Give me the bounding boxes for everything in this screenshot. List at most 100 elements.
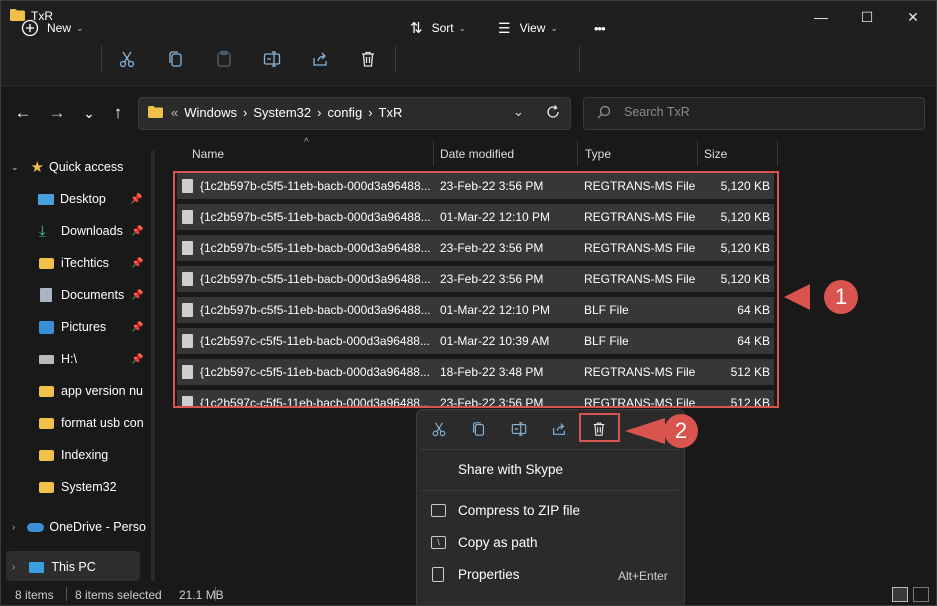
up-button[interactable]: ↑	[106, 101, 130, 125]
sidebar-item-system32[interactable]: System32	[1, 471, 149, 503]
menu-item-properties[interactable]: Properties	[458, 567, 520, 582]
status-selected-size: 21.1 MB	[179, 588, 224, 602]
sort-button[interactable]: ⇅ Sort ⌄	[410, 15, 466, 41]
drive-icon	[39, 354, 54, 364]
recent-locations-button[interactable]: ⌄	[77, 101, 101, 125]
pin-icon: 📌	[131, 289, 144, 301]
column-header-type[interactable]: Type	[585, 147, 611, 161]
sidebar-item-label: Desktop	[60, 192, 106, 206]
sidebar-onedrive[interactable]: › OneDrive - Perso	[1, 511, 149, 543]
folder-icon	[39, 385, 54, 397]
annotation-badge-1: 1	[824, 280, 858, 314]
delete-icon[interactable]	[359, 50, 377, 68]
breadcrumb-prefix[interactable]: «	[171, 105, 178, 120]
view-button[interactable]: ☰ View ⌄	[498, 15, 558, 41]
menu-item-copy-path[interactable]: Copy as path	[458, 535, 538, 550]
sidebar-item-label: System32	[61, 480, 117, 494]
new-button[interactable]: New ⌄	[21, 15, 84, 41]
pin-icon: 📌	[130, 193, 143, 205]
copy-icon[interactable]	[468, 419, 490, 439]
pin-icon: 📌	[131, 353, 144, 365]
maximize-button[interactable]: ☐	[844, 1, 890, 33]
menu-item-compress-zip[interactable]: Compress to ZIP file	[458, 503, 580, 518]
sidebar-item-label: format usb con	[61, 416, 144, 430]
chevron-down-icon: ⌄	[550, 22, 558, 33]
sort-ascending-icon: ^	[304, 137, 309, 148]
column-header-name[interactable]: Name	[192, 147, 224, 161]
status-selected-count: 8 items selected	[75, 588, 162, 602]
refresh-icon[interactable]	[545, 104, 561, 120]
sidebar-item-downloads[interactable]: ⤓ Downloads 📌	[1, 215, 149, 247]
desktop-icon	[38, 193, 54, 205]
sidebar-item-app-version[interactable]: app version nu	[1, 375, 149, 407]
chevron-right-icon: ›	[12, 561, 16, 573]
folder-icon	[39, 417, 54, 429]
breadcrumb-config[interactable]: config	[327, 105, 362, 120]
sidebar-item-indexing[interactable]: Indexing	[1, 439, 149, 471]
annotation-arrow-icon	[784, 284, 810, 310]
computer-icon	[29, 561, 45, 573]
column-divider[interactable]	[697, 141, 698, 166]
breadcrumb-windows[interactable]: Windows	[184, 105, 237, 120]
paste-icon[interactable]	[215, 50, 233, 68]
column-header-size[interactable]: Size	[704, 147, 727, 161]
address-dropdown-icon[interactable]: ⌄	[513, 104, 524, 120]
divider	[101, 46, 102, 72]
pin-icon: 📌	[131, 257, 144, 269]
back-button[interactable]: ←	[11, 101, 35, 125]
sidebar-item-format-usb[interactable]: format usb con	[1, 407, 149, 439]
column-divider[interactable]	[777, 141, 778, 166]
column-divider[interactable]	[577, 141, 578, 166]
sidebar-item-itechtics[interactable]: iTechtics 📌	[1, 247, 149, 279]
command-bar	[1, 33, 936, 86]
sidebar-item-label: OneDrive - Perso	[49, 520, 146, 534]
breadcrumb-system32[interactable]: System32	[253, 105, 311, 120]
breadcrumb-txr[interactable]: TxR	[379, 105, 403, 120]
sidebar-item-label: iTechtics	[61, 256, 109, 270]
sidebar-item-label: H:\	[61, 352, 77, 366]
sidebar-item-desktop[interactable]: Desktop 📌	[1, 183, 149, 215]
rename-icon[interactable]	[508, 419, 530, 439]
annotation-badge-2: 2	[664, 414, 698, 448]
search-placeholder: Search TxR	[624, 105, 690, 119]
close-button[interactable]: ✕	[890, 1, 936, 33]
minimize-button[interactable]: —	[798, 1, 844, 33]
sidebar-item-label: app version nu	[61, 384, 144, 398]
sidebar-item-label: Downloads	[61, 224, 123, 238]
status-item-count: 8 items	[15, 588, 54, 602]
sidebar-item-documents[interactable]: Documents 📌	[1, 279, 149, 311]
sidebar-this-pc[interactable]: › This PC	[1, 551, 149, 583]
more-options-button[interactable]: •••	[594, 15, 606, 41]
view-icon: ☰	[498, 19, 511, 36]
sidebar-item-label: This PC	[51, 560, 96, 574]
chevron-right-icon: ›	[242, 105, 248, 120]
annotation-arrow-icon	[625, 418, 665, 444]
zip-folder-icon	[431, 504, 446, 517]
copy-icon[interactable]	[167, 50, 185, 68]
properties-icon	[432, 567, 444, 582]
sidebar-quick-access[interactable]: ⌄ ★ Quick access	[1, 151, 149, 183]
column-header-date[interactable]: Date modified	[440, 147, 514, 161]
sidebar-item-pictures[interactable]: Pictures 📌	[1, 311, 149, 343]
column-divider[interactable]	[433, 141, 434, 166]
menu-item-share-skype[interactable]: Share with Skype	[458, 462, 563, 477]
sort-label: Sort	[431, 21, 454, 35]
chevron-down-icon: ⌄	[458, 22, 467, 33]
menu-divider	[421, 490, 678, 491]
sidebar-item-label: Documents	[61, 288, 125, 302]
plus-circle-icon	[21, 19, 39, 37]
tiles-view-icon[interactable]	[913, 587, 929, 602]
share-icon[interactable]	[548, 419, 570, 439]
cut-icon[interactable]	[428, 419, 450, 439]
details-view-icon[interactable]	[892, 587, 908, 602]
forward-button[interactable]: →	[45, 101, 69, 125]
rename-icon[interactable]	[263, 50, 281, 68]
sidebar-item-h-drive[interactable]: H:\ 📌	[1, 343, 149, 375]
view-label: View	[519, 21, 546, 35]
pin-icon: 📌	[131, 321, 144, 333]
cut-icon[interactable]	[118, 50, 136, 68]
sidebar-scrollbar[interactable]	[151, 151, 155, 581]
divider	[215, 587, 216, 601]
share-icon[interactable]	[311, 50, 329, 68]
properties-shortcut: Alt+Enter	[618, 569, 668, 583]
